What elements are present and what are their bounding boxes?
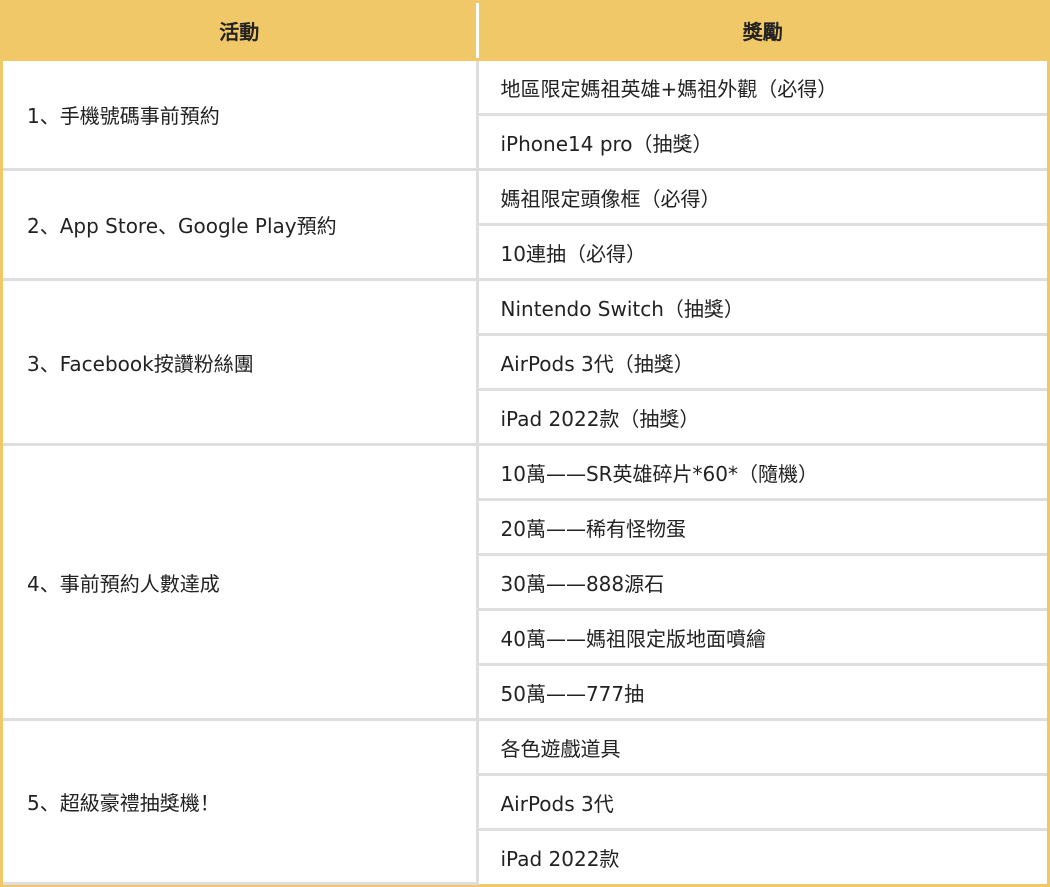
rewards-table: 活動 獎勵 1、手機號碼事前預約 地區限定媽祖英雄+媽祖外觀（必得） iPhon… bbox=[3, 3, 1047, 885]
reward-cell: 50萬——777抽 bbox=[477, 664, 1047, 721]
reward-cell: 媽祖限定頭像框（必得） bbox=[477, 169, 1047, 226]
activity-cell: 2、App Store、Google Play預約 bbox=[3, 169, 479, 281]
reward-cell: 各色遊戲道具 bbox=[477, 719, 1047, 776]
reward-cell: iPhone14 pro（抽獎） bbox=[477, 114, 1047, 171]
reward-cell: iPad 2022款（抽獎） bbox=[477, 389, 1047, 446]
reward-cell: 30萬——888源石 bbox=[477, 554, 1047, 611]
table-row: 1、手機號碼事前預約 地區限定媽祖英雄+媽祖外觀（必得） bbox=[3, 59, 1047, 171]
reward-cell: 20萬——稀有怪物蛋 bbox=[477, 499, 1047, 556]
reward-cell: 地區限定媽祖英雄+媽祖外觀（必得） bbox=[477, 59, 1047, 116]
header-row: 活動 獎勵 bbox=[3, 3, 1047, 61]
table-row: 5、超級豪禮抽獎機！ 各色遊戲道具 bbox=[3, 719, 1047, 885]
activity-cell: 4、事前預約人數達成 bbox=[3, 444, 479, 721]
table-header: 活動 獎勵 bbox=[3, 3, 1047, 61]
table-body: 1、手機號碼事前預約 地區限定媽祖英雄+媽祖外觀（必得） iPhone14 pr… bbox=[3, 59, 1047, 885]
reward-cell: 10連抽（必得） bbox=[477, 224, 1047, 281]
reward-cell: AirPods 3代（抽獎） bbox=[477, 334, 1047, 391]
activity-cell: 3、Facebook按讚粉絲團 bbox=[3, 279, 479, 446]
table-row: 3、Facebook按讚粉絲團 Nintendo Switch（抽獎） bbox=[3, 279, 1047, 446]
reward-cell: AirPods 3代 bbox=[477, 774, 1047, 831]
reward-cell: 40萬——媽祖限定版地面噴繪 bbox=[477, 609, 1047, 666]
table-row: 4、事前預約人數達成 10萬——SR英雄碎片*60*（隨機） bbox=[3, 444, 1047, 721]
reward-cell: Nintendo Switch（抽獎） bbox=[477, 279, 1047, 336]
reward-cell: iPad 2022款 bbox=[500, 846, 620, 871]
header-reward: 獎勵 bbox=[477, 3, 1047, 61]
header-activity: 活動 bbox=[3, 3, 479, 61]
activity-cell: 5、超級豪禮抽獎機！ bbox=[3, 719, 479, 885]
table-row: 2、App Store、Google Play預約 媽祖限定頭像框（必得） bbox=[3, 169, 1047, 281]
rewards-table-container: 活動 獎勵 1、手機號碼事前預約 地區限定媽祖英雄+媽祖外觀（必得） iPhon… bbox=[0, 0, 1050, 887]
activity-cell: 1、手機號碼事前預約 bbox=[3, 59, 479, 171]
reward-cell: 10萬——SR英雄碎片*60*（隨機） bbox=[477, 444, 1047, 501]
